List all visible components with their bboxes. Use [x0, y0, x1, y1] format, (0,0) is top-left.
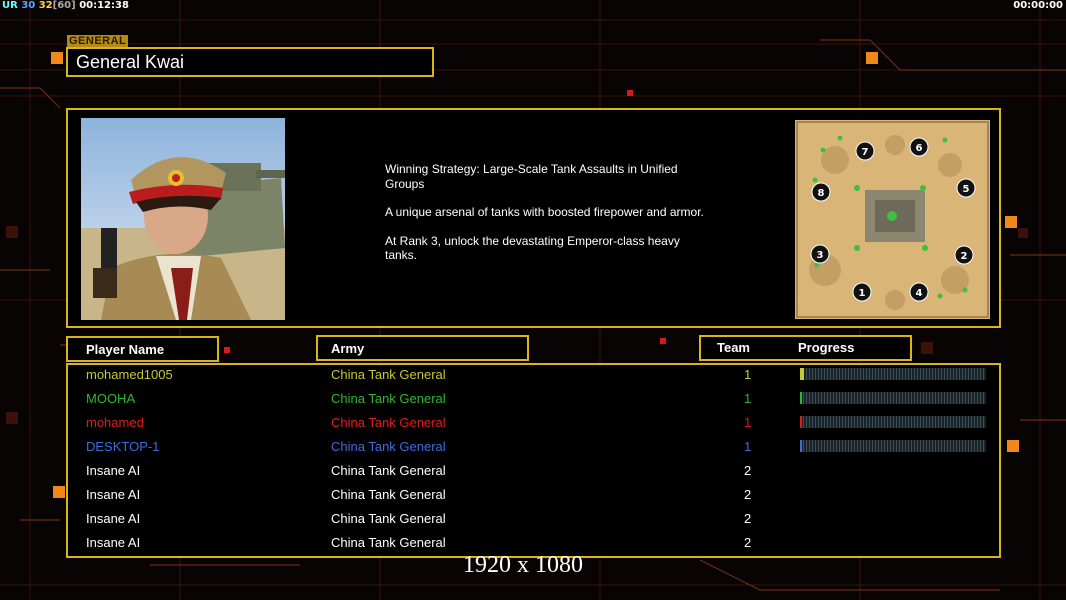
player-row[interactable]: Insane AI China Tank General 2: [68, 485, 999, 509]
minimap: 7 6 8 5 3 2 1 4: [795, 120, 990, 319]
player-team: 2: [744, 487, 752, 502]
header-team-progress: Team Progress: [699, 335, 912, 361]
map-slot-6: 6: [909, 137, 929, 157]
map-slot-label: 3: [817, 250, 824, 261]
player-row[interactable]: Insane AI China Tank General 2: [68, 461, 999, 485]
description-strategy: Winning Strategy: Large-Scale Tank Assau…: [385, 162, 678, 191]
player-name: Insane AI: [86, 511, 141, 526]
player-army: China Tank General: [331, 535, 446, 550]
resolution-label: 1920 x 1080: [463, 552, 583, 578]
map-slot-label: 1: [859, 288, 866, 299]
player-name: Insane AI: [86, 487, 141, 502]
description-arsenal: A unique arsenal of tanks with boosted f…: [385, 205, 704, 219]
player-progress-bar: [800, 440, 986, 452]
player-army: China Tank General: [331, 511, 446, 526]
player-team: 2: [744, 463, 752, 478]
header-army-label: Army: [331, 341, 365, 356]
hud-stat-2: 32: [38, 0, 53, 11]
player-progress-fill: [800, 440, 802, 452]
map-slot-8: 8: [811, 182, 831, 202]
map-slot-label: 2: [961, 251, 968, 262]
hud-stat-3: [60]: [52, 0, 76, 11]
hud-ur-label: UR: [2, 0, 18, 11]
player-name: mohamed: [86, 415, 144, 430]
hud-stat-1: 30: [21, 0, 36, 11]
header-progress-label: Progress: [798, 340, 855, 355]
player-army: China Tank General: [331, 415, 446, 430]
general-description: Winning Strategy: Large-Scale Tank Assau…: [385, 162, 715, 277]
map-slot-5: 5: [956, 178, 976, 198]
player-progress-fill: [800, 416, 802, 428]
player-progress-bar: [800, 392, 986, 404]
player-name: Insane AI: [86, 463, 141, 478]
player-row[interactable]: DESKTOP-1 China Tank General 1: [68, 437, 999, 461]
header-team-label[interactable]: Team: [717, 340, 750, 355]
player-name: Insane AI: [86, 535, 141, 550]
player-progress-fill: [800, 392, 802, 404]
general-name: General Kwai: [76, 52, 185, 72]
player-row[interactable]: mohamed China Tank General 1: [68, 413, 999, 437]
map-slot-3: 3: [810, 244, 830, 264]
player-team: 2: [744, 535, 752, 550]
player-team: 1: [744, 415, 752, 430]
player-row[interactable]: mohamed1005 China Tank General 1: [68, 365, 999, 389]
map-slot-7: 7: [855, 141, 875, 161]
header-player-name[interactable]: Player Name: [66, 336, 219, 362]
player-army: China Tank General: [331, 391, 446, 406]
map-slot-2: 2: [954, 245, 974, 265]
player-row[interactable]: MOOHA China Tank General 1: [68, 389, 999, 413]
player-team: 2: [744, 511, 752, 526]
player-name: MOOHA: [86, 391, 136, 406]
map-slot-1: 1: [852, 282, 872, 302]
hud-timer: 00:00:00: [1013, 0, 1063, 11]
player-name: DESKTOP-1: [86, 439, 160, 454]
general-title-box: General Kwai: [66, 47, 434, 77]
header-player-name-label: Player Name: [86, 342, 165, 357]
description-rank-unlock: At Rank 3, unlock the devastating Empero…: [385, 233, 680, 263]
general-portrait: [81, 118, 285, 320]
player-list: mohamed1005 China Tank General 1 MOOHA China…: [66, 363, 1001, 558]
player-army: China Tank General: [331, 439, 446, 454]
map-slot-4: 4: [909, 282, 929, 302]
general-info-panel: Winning Strategy: Large-Scale Tank Assau…: [66, 108, 1001, 328]
map-slot-label: 6: [916, 143, 923, 154]
player-progress-fill: [800, 368, 804, 380]
player-team: 1: [744, 439, 752, 454]
player-army: China Tank General: [331, 367, 446, 382]
player-progress-bar: [800, 368, 986, 380]
player-name: mohamed1005: [86, 367, 173, 382]
player-team: 1: [744, 367, 752, 382]
player-army: China Tank General: [331, 463, 446, 478]
hud-elapsed-time: 00:12:38: [79, 0, 129, 11]
header-army[interactable]: Army: [316, 335, 529, 361]
player-row[interactable]: Insane AI China Tank General 2: [68, 509, 999, 533]
player-progress-bar: [800, 416, 986, 428]
player-army: China Tank General: [331, 487, 446, 502]
map-slot-label: 5: [963, 184, 970, 195]
map-slot-label: 7: [862, 147, 869, 158]
hud-stats: UR 30 32[60] 00:12:38: [2, 0, 129, 11]
map-slot-label: 8: [818, 188, 825, 199]
map-slot-label: 4: [916, 288, 923, 299]
player-team: 1: [744, 391, 752, 406]
general-tag: GENERAL: [67, 35, 129, 47]
